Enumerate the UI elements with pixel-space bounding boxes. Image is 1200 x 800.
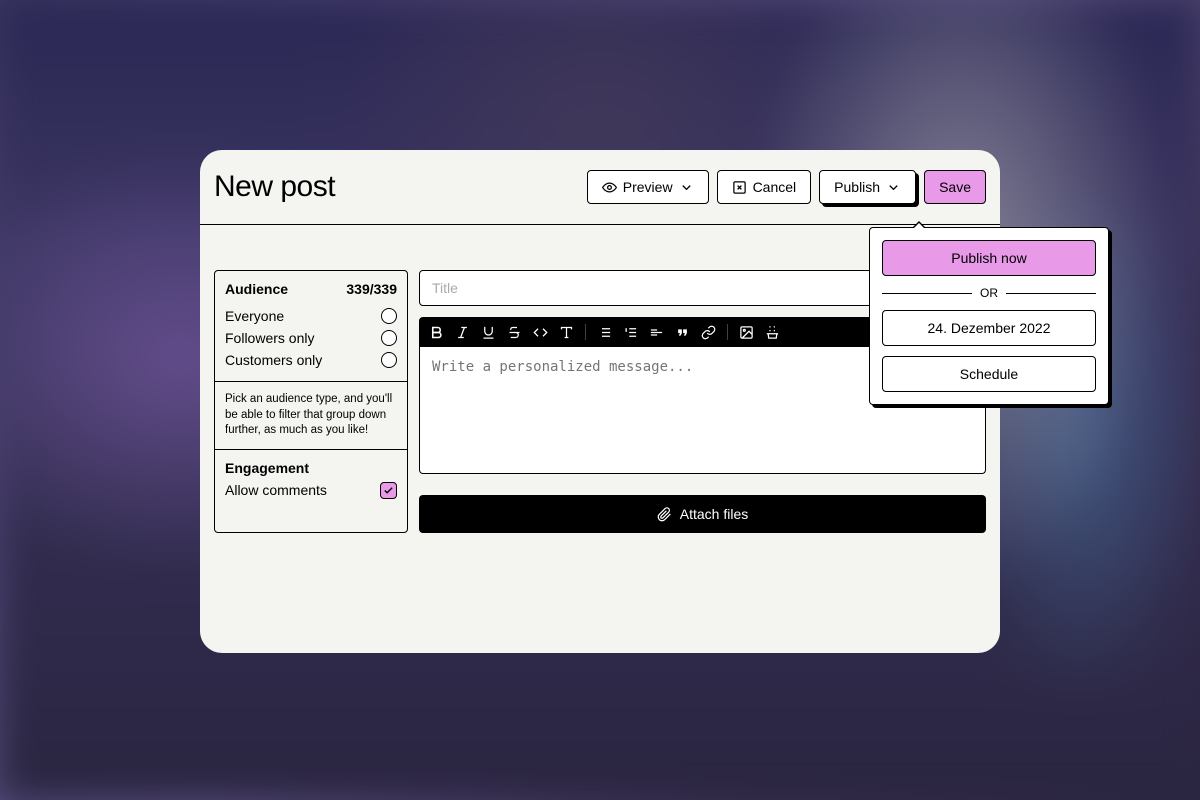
dropdown-or-divider: OR — [882, 286, 1096, 300]
magic-icon[interactable] — [765, 325, 780, 340]
page-title: New post — [214, 170, 335, 204]
audience-title: Audience — [225, 281, 288, 297]
header: New post Preview Cancel Publish Save — [200, 150, 1000, 225]
or-label: OR — [980, 286, 998, 300]
audience-option-everyone[interactable]: Everyone — [225, 305, 397, 327]
strikethrough-icon[interactable] — [507, 325, 522, 340]
paperclip-icon — [657, 507, 672, 522]
hr-icon[interactable] — [649, 325, 664, 340]
audience-section: Audience 339/339 Everyone Followers only… — [215, 271, 407, 382]
chevron-down-icon — [886, 180, 901, 195]
underline-icon[interactable] — [481, 325, 496, 340]
audience-option-customers[interactable]: Customers only — [225, 349, 397, 371]
allow-comments-label: Allow comments — [225, 482, 327, 498]
publish-now-button[interactable]: Publish now — [882, 240, 1096, 276]
publish-button[interactable]: Publish — [819, 170, 916, 204]
header-actions: Preview Cancel Publish Save — [587, 170, 986, 204]
toolbar-divider — [585, 324, 586, 340]
cancel-label: Cancel — [753, 179, 797, 195]
radio-icon — [381, 308, 397, 324]
engagement-section: Engagement Allow comments — [215, 450, 407, 509]
save-button[interactable]: Save — [924, 170, 986, 204]
eye-icon — [602, 180, 617, 195]
audience-hint: Pick an audience type, and you'll be abl… — [225, 392, 397, 439]
option-label: Followers only — [225, 330, 314, 346]
allow-comments-row[interactable]: Allow comments — [225, 476, 397, 499]
cancel-button[interactable]: Cancel — [717, 170, 812, 204]
save-label: Save — [939, 179, 971, 195]
schedule-date-field[interactable]: 24. Dezember 2022 — [882, 310, 1096, 346]
numbered-list-icon[interactable] — [623, 325, 638, 340]
chevron-down-icon — [679, 180, 694, 195]
option-label: Everyone — [225, 308, 284, 324]
link-icon[interactable] — [701, 325, 716, 340]
preview-button[interactable]: Preview — [587, 170, 709, 204]
publish-dropdown: Publish now OR 24. Dezember 2022 Schedul… — [869, 227, 1109, 405]
publish-label: Publish — [834, 179, 880, 195]
toolbar-divider — [727, 324, 728, 340]
text-size-icon[interactable] — [559, 325, 574, 340]
attach-label: Attach files — [680, 506, 748, 522]
hint-section: Pick an audience type, and you'll be abl… — [215, 382, 407, 450]
preview-label: Preview — [623, 179, 673, 195]
option-label: Customers only — [225, 352, 322, 368]
checkbox-checked-icon — [380, 482, 397, 499]
radio-icon — [381, 352, 397, 368]
audience-option-followers[interactable]: Followers only — [225, 327, 397, 349]
audience-count: 339/339 — [346, 281, 397, 297]
italic-icon[interactable] — [455, 325, 470, 340]
attach-files-button[interactable]: Attach files — [419, 495, 986, 533]
bold-icon[interactable] — [429, 325, 444, 340]
radio-icon — [381, 330, 397, 346]
engagement-title: Engagement — [225, 460, 397, 476]
image-icon[interactable] — [739, 325, 754, 340]
code-icon[interactable] — [533, 325, 548, 340]
sidebar: Audience 339/339 Everyone Followers only… — [214, 270, 408, 533]
schedule-button[interactable]: Schedule — [882, 356, 1096, 392]
bullet-list-icon[interactable] — [597, 325, 612, 340]
quote-icon[interactable] — [675, 325, 690, 340]
x-square-icon — [732, 180, 747, 195]
